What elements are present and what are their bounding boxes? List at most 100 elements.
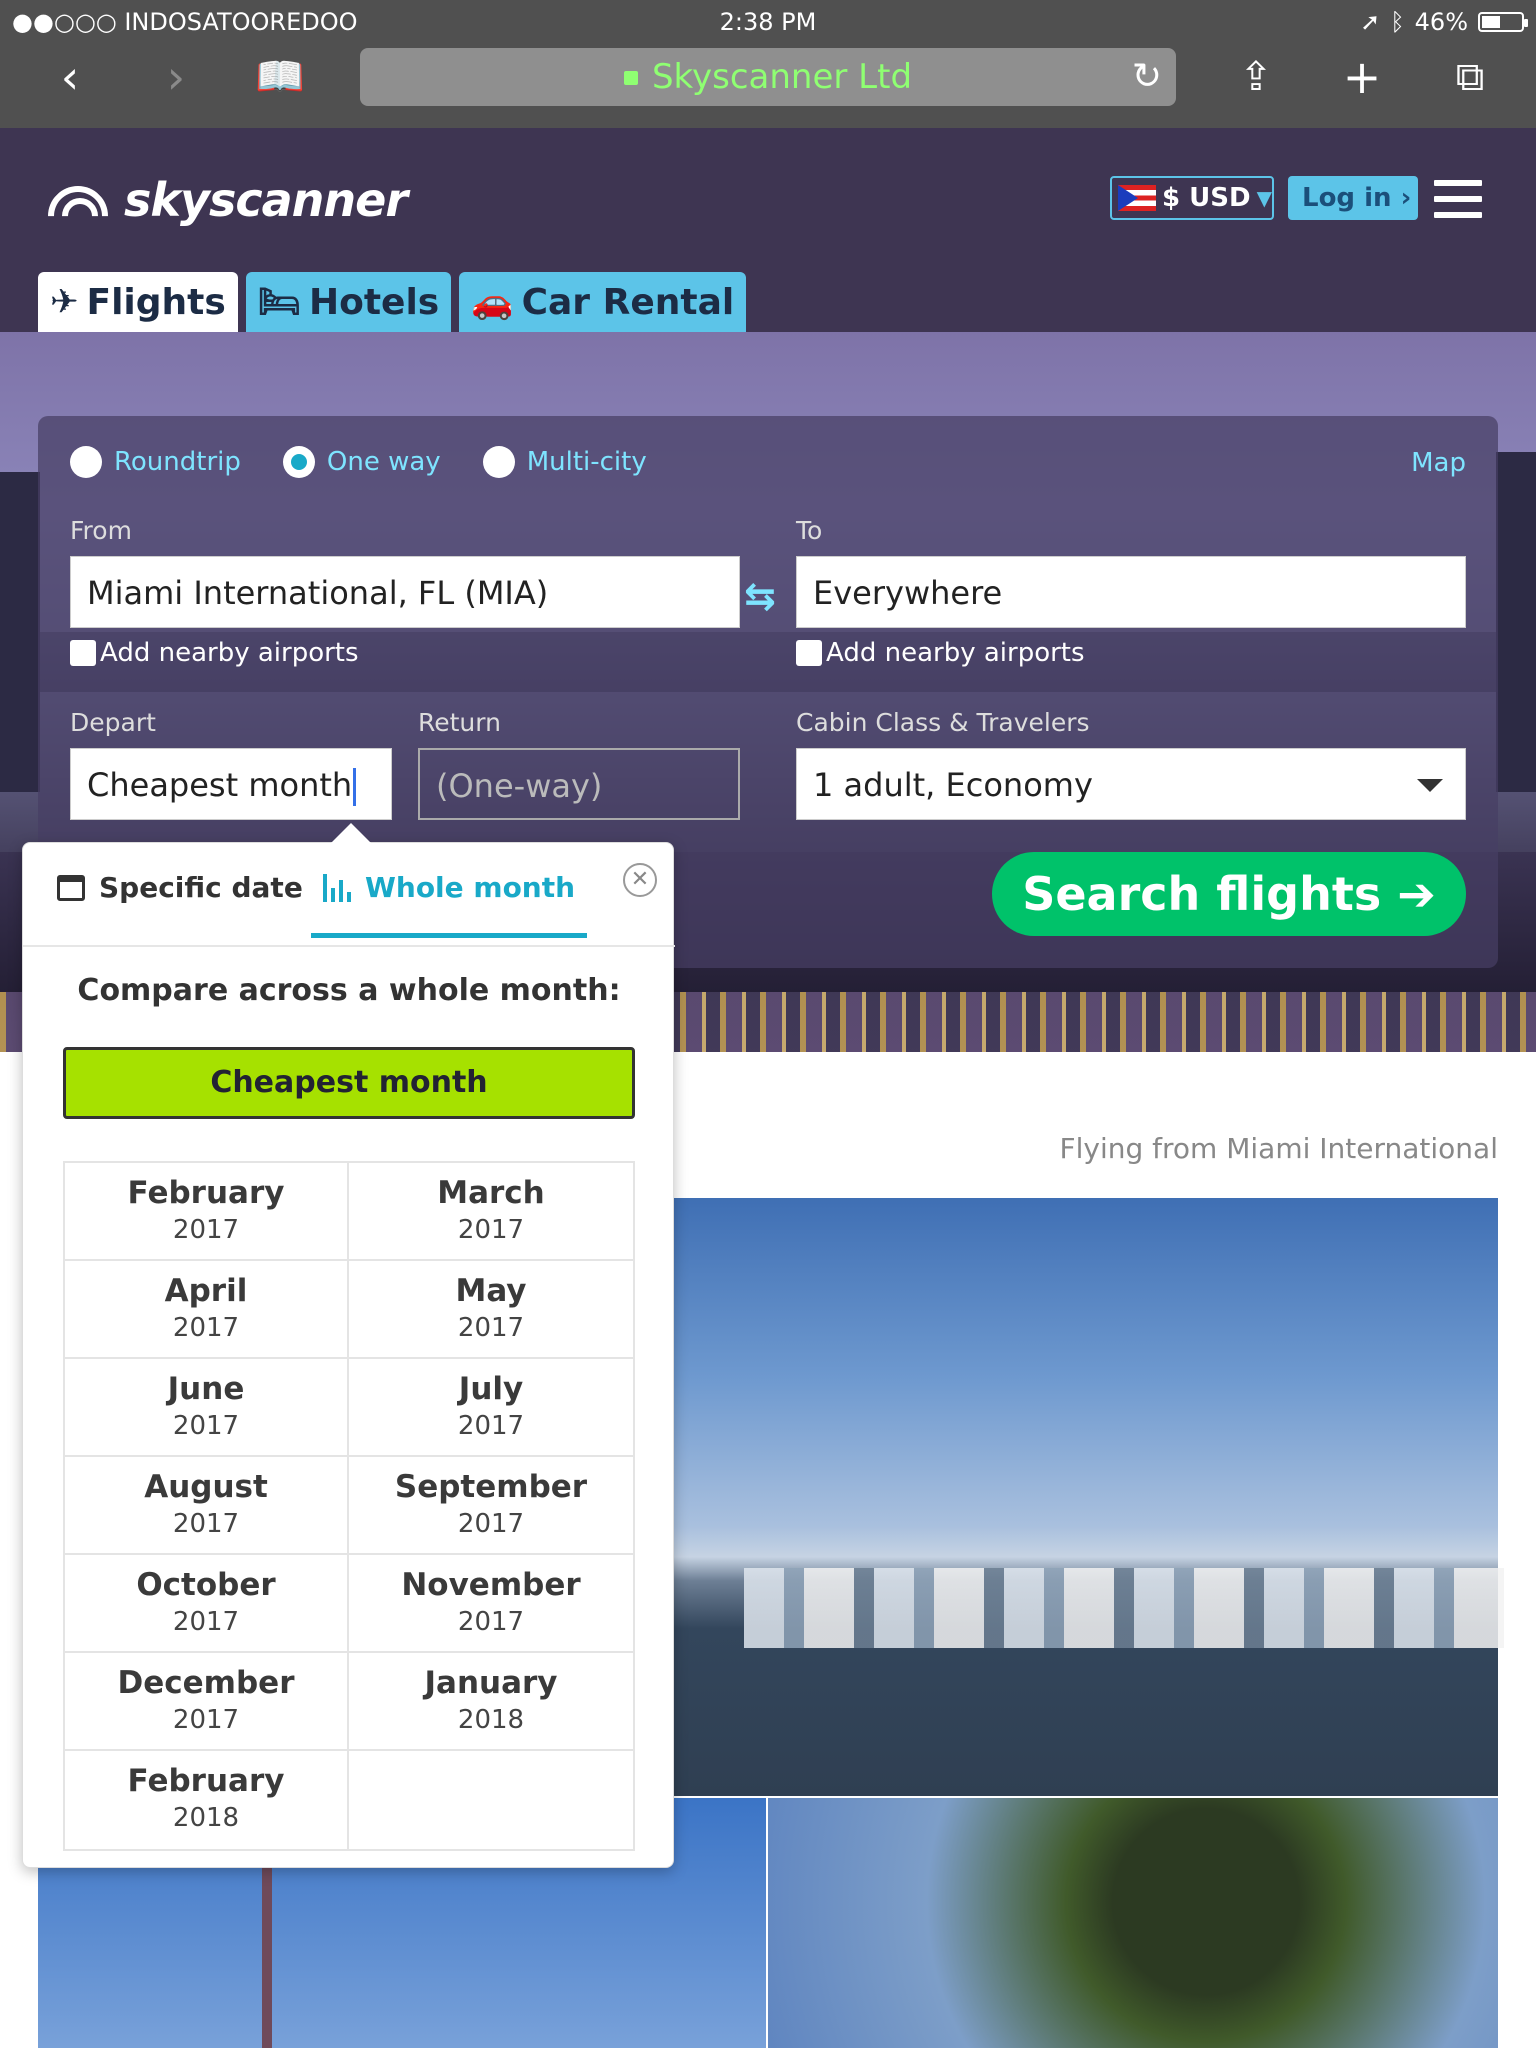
month-year: 2017: [457, 1509, 525, 1539]
flag-icon: [1118, 185, 1156, 211]
search-flights-button[interactable]: Search flights ➔: [992, 852, 1466, 936]
share-icon[interactable]: ⇪: [1228, 48, 1284, 106]
forward-icon[interactable]: ›: [148, 48, 204, 106]
month-year: 2017: [172, 1215, 240, 1245]
month-grid: February 2017 March 2017 April 2017 May 2017 Jun…: [63, 1161, 635, 1851]
month-cell[interactable]: February 2017: [65, 1163, 349, 1261]
month-cell[interactable]: July 2017: [349, 1359, 633, 1457]
bookmarks-icon[interactable]: 📖: [252, 48, 308, 106]
tab-hotels[interactable]: 🛏 Hotels: [245, 272, 452, 332]
battery-icon: [1478, 12, 1528, 32]
from-nearby-checkbox[interactable]: Add nearby airports: [70, 638, 359, 668]
month-cell[interactable]: September 2017: [349, 1457, 633, 1555]
month-cell[interactable]: June 2017: [65, 1359, 349, 1457]
month-cell[interactable]: February 2018: [65, 1751, 349, 1849]
radio-roundtrip-label: Roundtrip: [114, 447, 241, 477]
to-nearby-label: Add nearby airports: [826, 638, 1085, 668]
skyscanner-logo[interactable]: skyscanner: [35, 172, 408, 259]
cheapest-month-button[interactable]: Cheapest month: [63, 1047, 635, 1119]
checkbox-box: [70, 640, 96, 666]
tab-flights[interactable]: ✈ Flights: [38, 272, 238, 332]
close-icon[interactable]: ✕: [623, 863, 657, 897]
cabin-label: Cabin Class & Travelers: [796, 708, 1090, 737]
depart-value: Cheapest month: [87, 766, 353, 804]
tab-flights-label: Flights: [86, 281, 226, 323]
month-year: 2017: [457, 1411, 525, 1441]
picker-title: Compare across a whole month:: [77, 973, 621, 1008]
product-tabs: ✈ Flights 🛏 Hotels 🚗 Car Rental: [38, 272, 747, 332]
menu-icon[interactable]: [1434, 180, 1482, 218]
bridge-tower: [0, 472, 40, 792]
month-year: 2017: [457, 1313, 525, 1343]
bed-icon: 🛏: [257, 282, 301, 322]
flying-from-text: Flying from Miami International: [1059, 1132, 1498, 1165]
to-input[interactable]: Everywhere: [796, 556, 1466, 628]
radio-dot-selected: [282, 446, 315, 478]
tab-whole-month[interactable]: Whole month: [310, 871, 588, 938]
tab-hotels-label: Hotels: [308, 281, 440, 323]
month-cell[interactable]: November 2017: [349, 1555, 633, 1653]
month-name: March: [437, 1175, 545, 1211]
month-cell[interactable]: August 2017: [65, 1457, 349, 1555]
destination-image[interactable]: [674, 1198, 1504, 1796]
from-label: From: [70, 516, 132, 545]
swap-icon[interactable]: ⇆: [744, 574, 776, 618]
tab-specific-date-label: Specific date: [99, 871, 303, 904]
radio-one-way[interactable]: One way: [282, 446, 441, 478]
airplane-icon: ✈: [50, 282, 79, 322]
trip-type-group: Roundtrip One way Multi-city: [70, 446, 647, 478]
tabs-overview-icon[interactable]: ⧉: [1442, 48, 1498, 106]
month-cell[interactable]: April 2017: [65, 1261, 349, 1359]
url-title: Skyscanner Ltd: [651, 57, 913, 97]
month-picker-popover: Specific date Whole month ✕ Compare acro…: [22, 823, 675, 1868]
month-year: 2018: [172, 1803, 240, 1833]
new-tab-icon[interactable]: +: [1334, 48, 1390, 106]
to-nearby-checkbox[interactable]: Add nearby airports: [796, 638, 1085, 668]
bluetooth-icon: ᛒ: [1390, 8, 1405, 36]
month-year: 2017: [172, 1411, 240, 1441]
tab-whole-month-label: Whole month: [365, 871, 576, 904]
currency-selector[interactable]: $ USD ▼: [1110, 176, 1274, 220]
back-icon[interactable]: ‹: [42, 48, 98, 106]
radio-multi-city[interactable]: Multi-city: [482, 446, 647, 478]
login-label: Log in: [1302, 183, 1392, 213]
battery-fill: [1482, 16, 1500, 28]
month-cell[interactable]: May 2017: [349, 1261, 633, 1359]
month-cell[interactable]: December 2017: [65, 1653, 349, 1751]
coastal-city: [744, 1568, 1504, 1648]
login-button[interactable]: Log in ›: [1288, 176, 1418, 220]
month-year: 2017: [172, 1509, 240, 1539]
destination-image[interactable]: [768, 1798, 1498, 2048]
address-bar[interactable]: Skyscanner Ltd ↻: [360, 48, 1176, 106]
from-input[interactable]: Miami International, FL (MIA): [70, 556, 740, 628]
radio-roundtrip[interactable]: Roundtrip: [70, 446, 241, 478]
clock: 2:38 PM: [719, 8, 817, 36]
radio-dot: [70, 446, 102, 478]
month-year: 2017: [172, 1705, 240, 1735]
calendar-icon: [57, 874, 85, 901]
logo-sun-icon: [35, 172, 121, 259]
map-link[interactable]: Map: [1411, 448, 1466, 478]
picker-tabs: Specific date Whole month ✕: [23, 843, 675, 947]
radio-dot: [482, 446, 515, 478]
return-input[interactable]: (One-way): [418, 748, 740, 820]
cabin-value: 1 adult, Economy: [813, 766, 1093, 804]
month-cell[interactable]: October 2017: [65, 1555, 349, 1653]
tab-car-rental-label: Car Rental: [521, 281, 735, 323]
month-name: November: [401, 1567, 581, 1603]
tab-specific-date[interactable]: Specific date: [57, 871, 303, 904]
logo-text: skyscanner: [124, 173, 408, 227]
cabin-select[interactable]: 1 adult, Economy: [796, 748, 1466, 820]
month-cell[interactable]: January 2018: [349, 1653, 633, 1751]
text-cursor: [353, 768, 357, 806]
tab-car-rental[interactable]: 🚗 Car Rental: [459, 272, 747, 332]
month-name: July: [458, 1371, 524, 1407]
month-name: October: [136, 1567, 276, 1603]
car-icon: 🚗: [471, 282, 514, 322]
chevron-down-icon: [1417, 779, 1443, 792]
month-cell[interactable]: March 2017: [349, 1163, 633, 1261]
currency-label: $ USD: [1162, 183, 1251, 213]
depart-input[interactable]: Cheapest month: [70, 748, 392, 820]
checkbox-box: [796, 640, 822, 666]
reload-icon[interactable]: ↻: [1132, 48, 1162, 106]
